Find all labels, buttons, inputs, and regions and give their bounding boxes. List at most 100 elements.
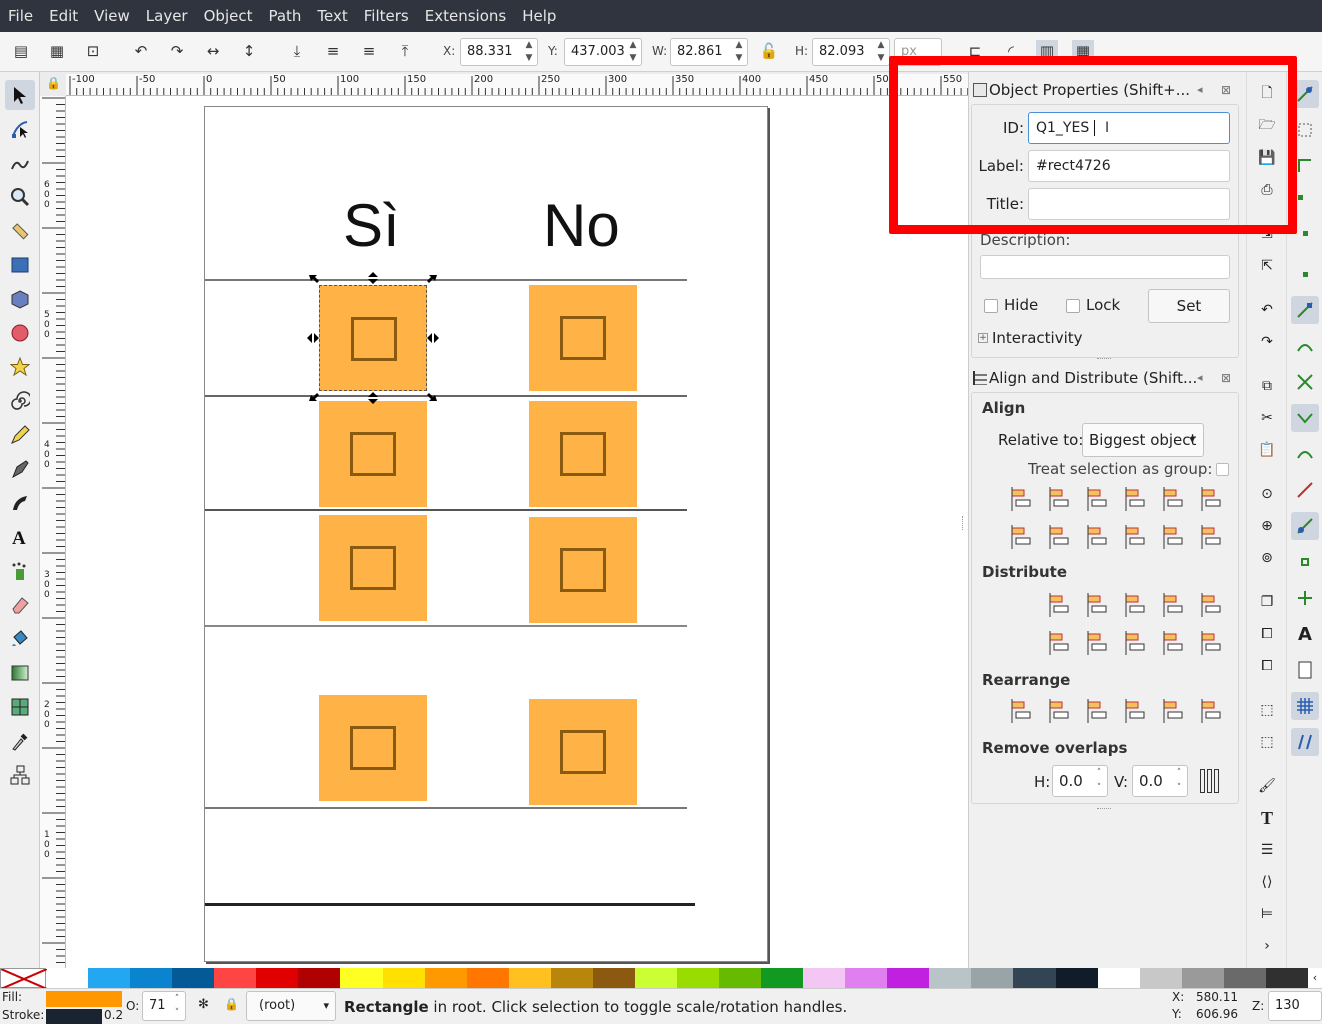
color-swatch[interactable]	[971, 968, 1014, 988]
select-all-layers-icon[interactable]: ▦	[46, 40, 68, 62]
selector-tool-icon[interactable]	[5, 80, 35, 110]
w-input[interactable]: 82.861 ▲ ▼	[670, 38, 748, 66]
zoom-input[interactable]: 130	[1268, 991, 1322, 1021]
lower-to-bottom-icon[interactable]: ⤓	[286, 40, 308, 62]
menu-extensions[interactable]: Extensions	[417, 0, 514, 32]
menu-view[interactable]: View	[86, 0, 138, 32]
center-horizontal-icon[interactable]	[1084, 523, 1112, 551]
dropper-tool-icon[interactable]	[5, 726, 35, 756]
stroke-width-value[interactable]: 0.2	[104, 1008, 123, 1022]
zoom-selection-icon[interactable]: ⊙	[1255, 482, 1279, 506]
rotate-ccw-icon[interactable]: ↶	[130, 40, 152, 62]
exchange-z-icon[interactable]	[1084, 697, 1112, 725]
flip-vertical-icon[interactable]: ↕	[238, 40, 260, 62]
menu-help[interactable]: Help	[514, 0, 564, 32]
menu-filters[interactable]: Filters	[356, 0, 417, 32]
cut-icon[interactable]: ✂	[1255, 406, 1279, 430]
raise-icon[interactable]: ≡	[358, 40, 380, 62]
color-swatch[interactable]	[845, 968, 888, 988]
align-right-edges-icon[interactable]	[1160, 485, 1188, 513]
align-top-edges-icon[interactable]	[1160, 523, 1188, 551]
clone-icon[interactable]: ⧠	[1255, 622, 1279, 646]
snap-line-midpoints-icon[interactable]	[1291, 476, 1319, 504]
hide-layer-icon[interactable]: ✻	[198, 997, 209, 1012]
duplicate-icon[interactable]: ❐	[1255, 590, 1279, 614]
layers-icon[interactable]: ☰	[1255, 838, 1279, 862]
redo-icon[interactable]: ↷	[1255, 330, 1279, 354]
menu-object[interactable]: Object	[196, 0, 261, 32]
snap-guides-icon[interactable]	[1291, 728, 1319, 756]
mesh-tool-icon[interactable]	[5, 692, 35, 722]
spin-arrows-icon[interactable]: ▲ ▼	[627, 39, 639, 65]
align-left-edges-icon[interactable]	[1008, 485, 1036, 513]
exchange-positions-icon[interactable]	[1046, 697, 1074, 725]
lock-layer-icon[interactable]: 🔒	[224, 997, 239, 1011]
remove-overlaps-button[interactable]	[1200, 767, 1226, 793]
raise-to-top-icon[interactable]: ⤒	[394, 40, 416, 62]
ungroup-icon[interactable]: ⬚	[1255, 730, 1279, 754]
unlink-clone-icon[interactable]: ⧠	[1255, 654, 1279, 678]
paste-icon[interactable]: 📋	[1255, 438, 1279, 462]
snap-page-border-icon[interactable]	[1291, 656, 1319, 684]
color-swatch[interactable]	[340, 968, 383, 988]
lock-guides-icon[interactable]: 🔒	[46, 76, 61, 90]
color-swatch[interactable]	[929, 968, 972, 988]
snap-smooth-nodes-icon[interactable]	[1291, 440, 1319, 468]
align-left-icon[interactable]	[1046, 485, 1074, 513]
align-bottom-icon[interactable]	[1122, 523, 1150, 551]
color-swatch[interactable]	[1013, 968, 1056, 988]
distribute-center-icon[interactable]	[1084, 591, 1112, 619]
color-swatch[interactable]	[46, 968, 89, 988]
overlap-h-input[interactable]: 0.0 ˄ ˅	[1052, 765, 1108, 797]
rectangle-tool-icon[interactable]	[5, 250, 35, 280]
menu-text[interactable]: Text	[309, 0, 355, 32]
color-palette[interactable]: ‹	[0, 968, 1322, 989]
align-bottom-edges-icon[interactable]	[1008, 523, 1036, 551]
checkbox-rect[interactable]	[529, 401, 637, 507]
color-swatch[interactable]	[1181, 968, 1224, 988]
horizontal-ruler[interactable]: -100 -50 0 50 100 150 200 250 300 350 40…	[66, 74, 968, 96]
distribute-bottom-icon[interactable]	[1122, 629, 1150, 657]
spin-arrows-icon[interactable]: ˄ ˅	[1173, 766, 1185, 796]
color-swatch[interactable]	[803, 968, 846, 988]
h-input[interactable]: 82.093 ▲ ▼	[812, 38, 890, 66]
interactivity-label[interactable]: Interactivity	[992, 329, 1083, 347]
checkbox-rect[interactable]	[529, 285, 637, 391]
color-swatch[interactable]	[298, 968, 341, 988]
text-font-icon[interactable]: T	[1255, 806, 1279, 830]
spin-arrows-icon[interactable]: ˄ ˅	[1093, 766, 1105, 796]
spin-arrows-icon[interactable]: ˄ ˅	[171, 992, 183, 1020]
gradient-tool-icon[interactable]	[5, 658, 35, 688]
panel-divider-grip[interactable]	[1097, 358, 1111, 361]
lower-icon[interactable]: ≡	[322, 40, 344, 62]
color-swatch[interactable]	[887, 968, 930, 988]
no-paint-swatch[interactable]	[0, 968, 47, 989]
y-input[interactable]: 437.003 ▲ ▼	[564, 38, 642, 66]
stroke-indicator[interactable]	[46, 1009, 102, 1024]
zoom-drawing-icon[interactable]: ⊕	[1255, 514, 1279, 538]
menu-path[interactable]: Path	[260, 0, 309, 32]
calligraphy-tool-icon[interactable]	[5, 488, 35, 518]
color-swatch[interactable]	[592, 968, 635, 988]
3d-box-tool-icon[interactable]	[5, 284, 35, 314]
group-icon[interactable]: ⬚	[1255, 698, 1279, 722]
lock-checkbox[interactable]	[1066, 299, 1080, 313]
overlap-v-input[interactable]: 0.0 ˄ ˅	[1132, 765, 1188, 797]
xml-editor-icon[interactable]: ⟨⟩	[1255, 870, 1279, 894]
x-input[interactable]: 88.331 ▲ ▼	[460, 38, 538, 66]
connector-tool-icon[interactable]	[5, 760, 35, 790]
align-top-icon[interactable]	[1046, 523, 1074, 551]
color-swatch[interactable]	[508, 968, 551, 988]
snap-object-midpoints-icon[interactable]	[1291, 548, 1319, 576]
color-swatch[interactable]	[214, 968, 257, 988]
paint-bucket-tool-icon[interactable]	[5, 624, 35, 654]
measure-tool-icon[interactable]	[5, 216, 35, 246]
panel-divider-grip[interactable]	[1097, 808, 1111, 811]
dock-close-icon[interactable]: ⊠	[1221, 364, 1231, 392]
color-swatch[interactable]	[676, 968, 719, 988]
vertical-ruler[interactable]: 600 500 400 300 200 100	[40, 96, 66, 968]
selection-handles[interactable]	[205, 107, 768, 962]
layer-select[interactable]: (root) ▾	[246, 991, 336, 1021]
align-right-icon[interactable]	[1122, 485, 1150, 513]
zoom-tool-icon[interactable]	[5, 182, 35, 212]
